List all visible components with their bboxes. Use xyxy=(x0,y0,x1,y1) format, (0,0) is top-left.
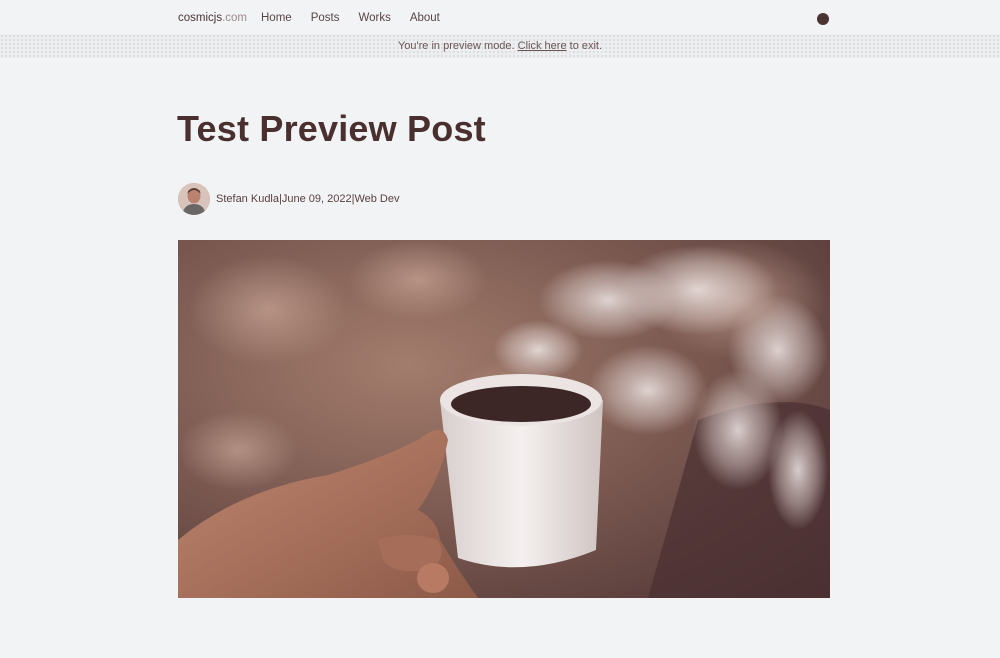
preview-mode-banner: You're in preview mode. Click here to ex… xyxy=(0,34,1000,58)
post-meta: Stefan Kudla | June 09, 2022 | Web Dev xyxy=(178,183,400,215)
exit-preview-link[interactable]: Click here xyxy=(518,40,567,52)
theme-toggle-dot-icon[interactable] xyxy=(817,13,829,25)
brand-logo[interactable]: cosmicjs.com xyxy=(178,12,247,24)
brand-name: cosmicjs xyxy=(178,12,223,24)
top-nav: cosmicjs.com Home Posts Works About xyxy=(0,0,1000,34)
post-category[interactable]: Web Dev xyxy=(354,193,399,205)
post-date: June 09, 2022 xyxy=(281,193,352,205)
nav-link-home[interactable]: Home xyxy=(261,12,292,24)
preview-text-suffix: to exit. xyxy=(566,40,603,52)
nav-link-works[interactable]: Works xyxy=(358,12,390,24)
nav-links: Home Posts Works About xyxy=(261,12,440,24)
hero-image-coffee-cup xyxy=(178,240,830,598)
brand-tld: .com xyxy=(222,12,248,24)
preview-text-prefix: You're in preview mode. xyxy=(397,40,518,52)
nav-link-posts[interactable]: Posts xyxy=(311,12,340,24)
post-title: Test Preview Post xyxy=(177,108,486,149)
nav-link-about[interactable]: About xyxy=(410,12,440,24)
post-author: Stefan Kudla xyxy=(216,193,279,205)
author-avatar xyxy=(178,183,210,215)
